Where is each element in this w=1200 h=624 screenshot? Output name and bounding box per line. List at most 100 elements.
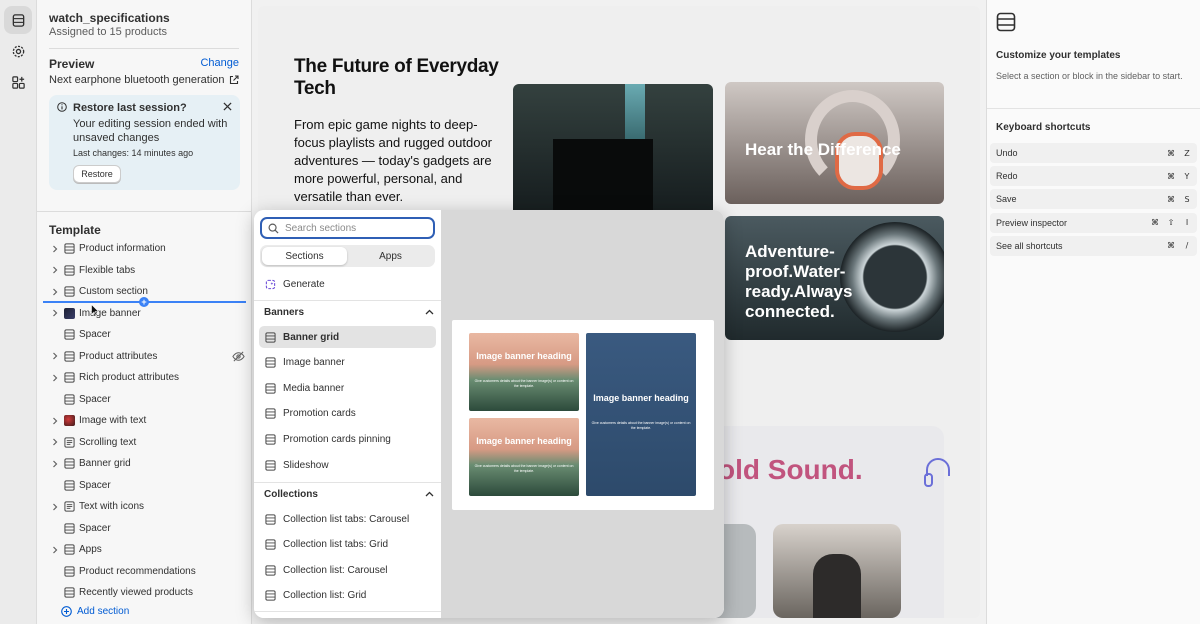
preview-banner-tile: Image banner heading Give customers deta… xyxy=(469,418,579,496)
section-preview-panel: Image banner heading Give customers deta… xyxy=(441,210,724,618)
section-icon xyxy=(63,522,75,534)
settings-rail-button[interactable] xyxy=(4,37,32,65)
expand-toggle xyxy=(49,329,61,341)
section-option[interactable]: Collection list: Grid xyxy=(259,585,436,607)
close-icon[interactable] xyxy=(223,102,232,111)
template-section-item[interactable]: Flexible tabs xyxy=(49,260,245,281)
hero-body: From epic game nights to deep-focus play… xyxy=(294,117,493,204)
template-section-item[interactable]: Spacer xyxy=(49,475,245,496)
apps-rail-button[interactable] xyxy=(4,68,32,96)
search-input[interactable] xyxy=(285,222,425,234)
divider xyxy=(49,48,239,49)
template-section-item[interactable]: Apps xyxy=(49,539,245,560)
preview-banner-heading: Image banner heading xyxy=(593,393,689,403)
expand-toggle[interactable] xyxy=(49,307,61,319)
watch-image: Adventure-proof.Water-ready.Always conne… xyxy=(725,216,944,340)
section-label: Text with icons xyxy=(79,501,145,512)
section-label: Custom section xyxy=(79,286,148,297)
shortcut-key: Z xyxy=(1184,148,1190,158)
expand-toggle[interactable] xyxy=(49,501,61,513)
preview-product-name: Next earphone bluetooth generation xyxy=(49,74,225,86)
section-type-icon xyxy=(63,479,75,491)
section-icon xyxy=(265,408,276,419)
group-collections[interactable]: Collections xyxy=(264,489,434,500)
template-section-item[interactable]: Scrolling text xyxy=(49,432,245,453)
sections-rail-button[interactable] xyxy=(4,6,32,34)
expand-toggle[interactable] xyxy=(49,264,61,276)
headphones-icon xyxy=(924,458,950,487)
expand-toggle[interactable] xyxy=(49,350,61,362)
expand-toggle xyxy=(49,522,61,534)
section-option[interactable]: Collection list tabs: Grid xyxy=(259,534,436,556)
template-section-item[interactable]: Product attributes xyxy=(49,346,245,367)
expand-toggle[interactable] xyxy=(49,243,61,255)
preview-banner-tile: Image banner heading Give customers deta… xyxy=(469,333,579,411)
eye-hidden-icon[interactable] xyxy=(232,350,245,363)
expand-toggle[interactable] xyxy=(49,415,61,427)
section-option[interactable]: Collection list: Carousel xyxy=(259,559,436,581)
chevron-right-icon xyxy=(53,245,58,252)
section-icon xyxy=(265,565,276,576)
banner-grid-preview: Image banner heading Give customers deta… xyxy=(452,320,714,510)
section-option[interactable]: Slideshow xyxy=(259,454,436,476)
insert-section-button[interactable]: + xyxy=(139,297,149,307)
search-field[interactable] xyxy=(260,217,435,239)
tab-apps[interactable]: Apps xyxy=(348,247,433,265)
shortcut-key: S xyxy=(1184,194,1190,204)
section-option[interactable]: Promotion cards pinning xyxy=(259,428,436,450)
section-option-label: Promotion cards pinning xyxy=(283,433,391,445)
preview-change-link[interactable]: Change xyxy=(200,57,239,69)
template-section-item[interactable]: Image with text xyxy=(49,410,245,431)
expand-toggle[interactable] xyxy=(49,436,61,448)
group-banners[interactable]: Banners xyxy=(264,307,434,318)
preview-product-link[interactable]: Next earphone bluetooth generation xyxy=(49,74,239,86)
template-section-item[interactable]: Spacer xyxy=(49,324,245,345)
shortcut-keys: ⌘ S xyxy=(1165,192,1193,206)
shortcut-key: Y xyxy=(1184,171,1190,181)
section-option-label: Collection list tabs: Carousel xyxy=(283,513,410,525)
expand-toggle[interactable] xyxy=(49,458,61,470)
section-list-panel: Sections Apps Generate Banners Banner gr… xyxy=(254,210,441,618)
section-label: Product attributes xyxy=(79,350,158,362)
chevron-right-icon xyxy=(53,374,58,381)
chevron-right-icon xyxy=(53,460,58,467)
template-section-item[interactable]: Spacer xyxy=(49,518,245,539)
info-icon xyxy=(57,102,67,112)
section-option-label: Promotion cards xyxy=(283,408,356,420)
section-label: Banner grid xyxy=(79,458,131,469)
section-icon xyxy=(63,372,75,383)
section-option-label: Collection list: Carousel xyxy=(283,564,388,576)
chevron-up-icon xyxy=(425,309,434,315)
section-option[interactable]: Promotion cards xyxy=(259,403,436,425)
shortcut-label: Undo xyxy=(996,148,1018,158)
expand-toggle[interactable] xyxy=(49,372,61,384)
restore-session-banner: Restore last session? Your editing sessi… xyxy=(49,95,240,190)
expand-toggle[interactable] xyxy=(49,544,61,556)
template-section-item[interactable]: Text with icons xyxy=(49,496,245,517)
add-section-button[interactable]: Add section xyxy=(61,606,129,617)
generate-item[interactable]: Generate xyxy=(259,273,436,295)
expand-toggle xyxy=(49,393,61,405)
section-option[interactable]: Media banner xyxy=(259,377,436,399)
template-section-item[interactable]: Spacer xyxy=(49,389,245,410)
section-option-label: Image banner xyxy=(283,357,345,369)
expand-toggle[interactable] xyxy=(49,286,61,298)
template-section-item[interactable]: Product recommendations xyxy=(49,561,245,582)
section-option[interactable]: Image banner xyxy=(259,352,436,374)
tab-sections[interactable]: Sections xyxy=(262,247,347,265)
template-section-item[interactable]: Product information xyxy=(49,238,245,259)
restore-button[interactable]: Restore xyxy=(73,165,121,183)
section-thumbnail xyxy=(63,415,75,426)
template-section-item[interactable]: Recently viewed products xyxy=(49,582,245,603)
section-option[interactable]: Collection list tabs: Carousel xyxy=(259,508,436,530)
preview-banner-subtext: Give customers details about the banner … xyxy=(591,421,691,430)
template-section-item[interactable]: Rich product attributes xyxy=(49,367,245,388)
shortcut-key: ⌘ xyxy=(1167,148,1175,158)
section-icon xyxy=(63,565,75,577)
section-option[interactable]: Banner grid xyxy=(259,326,436,348)
template-section-item[interactable]: Banner grid xyxy=(49,453,245,474)
gear-icon xyxy=(12,45,24,57)
section-type-icon xyxy=(63,501,75,513)
section-type-icon xyxy=(63,243,75,255)
mouse-cursor-icon xyxy=(91,304,99,316)
